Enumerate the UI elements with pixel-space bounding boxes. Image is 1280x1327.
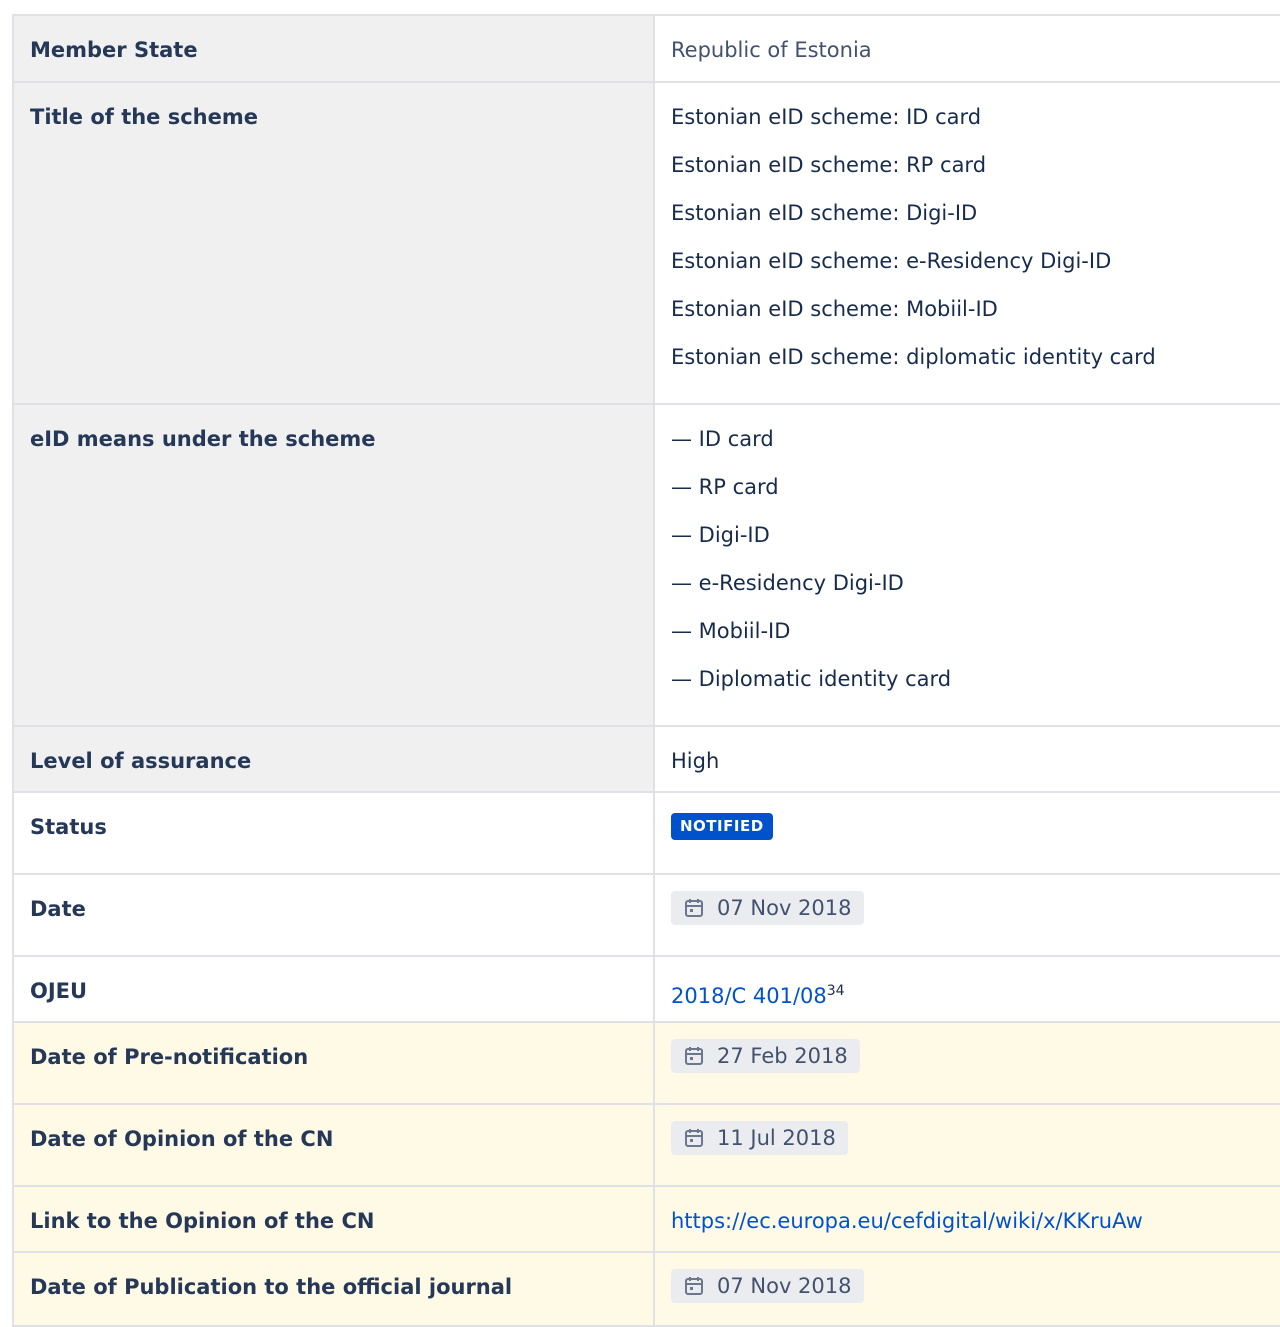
calendar-icon [685, 1047, 703, 1065]
calendar-icon [685, 1129, 703, 1147]
scheme-table: Member State Republic of Estonia Title o… [12, 14, 1280, 1327]
row-opinion: Date of Opinion of the CN 11 Jul 2018 [12, 1103, 1280, 1187]
row-prenotification: Date of Pre-notification 27 Feb 2018 [12, 1021, 1280, 1105]
prenotification-date-lozenge[interactable]: 27 Feb 2018 [671, 1039, 860, 1073]
opinion-label: Date of Opinion of the CN [30, 1127, 334, 1151]
means-value-line: — ID card [671, 427, 774, 451]
opinion-date-value: 11 Jul 2018 [717, 1126, 836, 1150]
title-values: Estonian eID scheme: ID card Estonian eI… [671, 83, 1276, 369]
means-value-line: — RP card [671, 475, 779, 499]
publication-date-value: 07 Nov 2018 [717, 1274, 852, 1298]
publication-label: Date of Publication to the official jour… [30, 1275, 513, 1299]
level-label: Level of assurance [30, 749, 252, 773]
means-value-line: — Digi-ID [671, 523, 770, 547]
row-title: Title of the scheme Estonian eID scheme:… [12, 81, 1280, 405]
opinion-link[interactable]: https://ec.europa.eu/cefdigital/wiki/x/K… [671, 1209, 1143, 1233]
means-value-line: — Diplomatic identity card [671, 667, 952, 691]
title-value-line: Estonian eID scheme: diplomatic identity… [671, 345, 1156, 369]
status-badge: NOTIFIED [671, 813, 773, 840]
row-level: Level of assurance High [12, 725, 1280, 793]
calendar-icon [685, 1277, 703, 1295]
date-lozenge[interactable]: 07 Nov 2018 [671, 891, 864, 925]
member-state-value: Republic of Estonia [671, 38, 872, 62]
row-publication: Date of Publication to the official jour… [12, 1251, 1280, 1327]
title-value-line: Estonian eID scheme: e-Residency Digi-ID [671, 249, 1112, 273]
opinion-link-label: Link to the Opinion of the CN [30, 1209, 375, 1233]
publication-date-lozenge[interactable]: 07 Nov 2018 [671, 1269, 864, 1303]
means-value-line: — Mobiil-ID [671, 619, 791, 643]
title-label: Title of the scheme [30, 105, 258, 129]
row-member-state: Member State Republic of Estonia [12, 14, 1280, 83]
row-ojeu: OJEU 2018/C 401/0834 [12, 955, 1280, 1023]
scheme-table-container: Member State Republic of Estonia Title o… [12, 14, 1280, 1327]
date-label: Date [30, 897, 86, 921]
title-value-line: Estonian eID scheme: ID card [671, 105, 982, 129]
status-label: Status [30, 815, 107, 839]
ojeu-footnote: 34 [826, 983, 845, 999]
calendar-icon [685, 899, 703, 917]
means-value-line: — e-Residency Digi-ID [671, 571, 904, 595]
prenotification-label: Date of Pre-notification [30, 1045, 309, 1069]
level-value: High [671, 749, 720, 773]
means-label: eID means under the scheme [30, 427, 376, 451]
date-value: 07 Nov 2018 [717, 896, 852, 920]
ojeu-label: OJEU [30, 979, 88, 1003]
member-state-label: Member State [30, 38, 198, 62]
title-value-line: Estonian eID scheme: Mobiil-ID [671, 297, 998, 321]
means-values: — ID card — RP card — Digi-ID — e-Reside… [671, 405, 1276, 691]
title-value-line: Estonian eID scheme: RP card [671, 153, 987, 177]
prenotification-date-value: 27 Feb 2018 [717, 1044, 848, 1068]
row-status: Status NOTIFIED [12, 791, 1280, 875]
ojeu-link[interactable]: 2018/C 401/08 [671, 984, 827, 1008]
row-opinion-link: Link to the Opinion of the CN https://ec… [12, 1185, 1280, 1253]
row-date: Date 07 Nov 2018 [12, 873, 1280, 957]
title-value-line: Estonian eID scheme: Digi-ID [671, 201, 978, 225]
row-means: eID means under the scheme — ID card — R… [12, 403, 1280, 727]
opinion-date-lozenge[interactable]: 11 Jul 2018 [671, 1121, 848, 1155]
